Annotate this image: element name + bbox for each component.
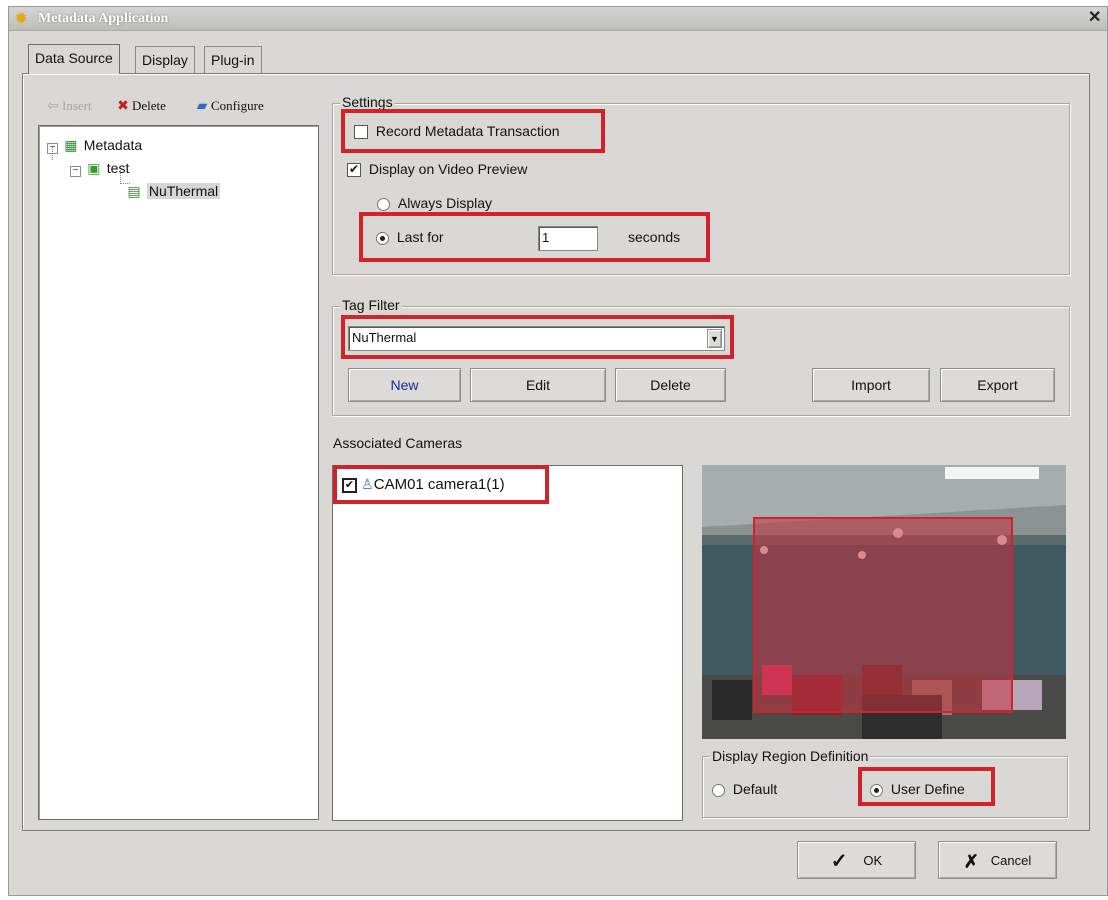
checkmark-icon: ✓ [830,850,848,873]
last-for-radio[interactable]: Last for [376,229,444,245]
cancel-button[interactable]: ✗ Cancel [938,841,1057,879]
tab-data-source[interactable]: Data Source [28,44,120,74]
metadata-icon: ▦ [64,137,78,153]
settings-group-label: Settings [340,94,395,110]
configure-label: Configure [211,98,264,113]
always-display-radio[interactable]: Always Display [377,195,492,211]
device-icon: ▤ [127,183,141,199]
radio-button[interactable] [712,783,725,797]
insert-button[interactable]: ⇦ Insert [44,96,92,116]
app-icon: ✹ [14,9,29,28]
tab-display[interactable]: Display [135,46,195,73]
region-user-define-label: User Define [890,781,965,797]
dropdown-arrow-icon[interactable]: ▼ [707,329,722,348]
last-for-label: Last for [396,229,444,245]
display-preview-label: Display on Video Preview [368,161,528,177]
configure-icon: ▰ [196,99,208,114]
record-metadata-label: Record Metadata Transaction [375,123,560,139]
delete-tag-button[interactable]: Delete [615,368,726,402]
tab-plug-in[interactable]: Plug-in [204,46,262,73]
seconds-label: seconds [628,229,681,245]
preview-scene [702,465,1066,739]
checkbox-box[interactable]: ✔ [347,163,361,178]
display-preview-checkbox[interactable]: ✔ Display on Video Preview [347,161,528,178]
x-icon: ✗ [963,851,979,872]
insert-icon: ⇦ [47,99,59,114]
radio-button[interactable] [376,231,389,245]
import-button[interactable]: Import [812,368,930,402]
delete-label: Delete [132,98,166,113]
ok-button[interactable]: ✓ OK [797,841,916,879]
ok-label: OK [863,853,883,869]
delete-icon: ✖ [117,99,129,114]
metadata-tree[interactable] [38,125,319,820]
camera-list[interactable] [332,465,683,821]
region-default-radio[interactable]: Default [712,781,777,797]
tag-filter-select[interactable]: NuThermal [348,326,725,351]
last-for-seconds-input[interactable]: 1 [538,226,598,251]
insert-label: Insert [62,98,92,113]
display-region-group-label: Display Region Definition [710,748,871,764]
tree-label-metadata: Metadata [83,137,143,153]
radio-button[interactable] [870,783,883,797]
tree-node-metadata[interactable]: − ▦ Metadata [47,134,142,156]
record-metadata-checkbox[interactable]: Record Metadata Transaction [354,123,560,140]
collapse-icon[interactable]: − [70,166,81,177]
camera-name: CAM01 camera1(1) [373,476,505,493]
radio-button[interactable] [377,197,390,211]
window-title: Metadata Application [38,11,169,26]
associated-cameras-label: Associated Cameras [333,435,463,451]
tag-filter-group-label: Tag Filter [340,297,402,313]
edit-tag-button[interactable]: Edit [470,368,606,402]
tree-label-nuthermal: NuThermal [146,183,221,199]
checkbox-box[interactable]: ✔ [342,477,357,493]
delete-button[interactable]: ✖ Delete [114,96,166,116]
tag-filter-selected: NuThermal [352,330,417,345]
cancel-label: Cancel [990,853,1032,869]
camera-preview-image [702,465,1066,739]
new-tag-button[interactable]: New [348,368,461,402]
folder-icon: ▣ [87,160,101,176]
checkbox-box[interactable] [354,125,368,140]
tree-node-nuthermal[interactable]: ▤ NuThermal [125,180,221,202]
camera-icon: ♙ [361,476,374,492]
title-bar[interactable] [9,7,1107,31]
close-button[interactable]: ✕ [1088,9,1104,27]
export-button[interactable]: Export [940,368,1055,402]
tree-line [52,146,53,160]
region-user-define-radio[interactable]: User Define [870,781,965,797]
configure-button[interactable]: ▰ Configure [193,96,264,116]
region-default-label: Default [732,781,778,797]
always-display-label: Always Display [397,195,493,211]
camera-list-item[interactable]: ✔ ♙CAM01 camera1(1) [342,475,505,494]
